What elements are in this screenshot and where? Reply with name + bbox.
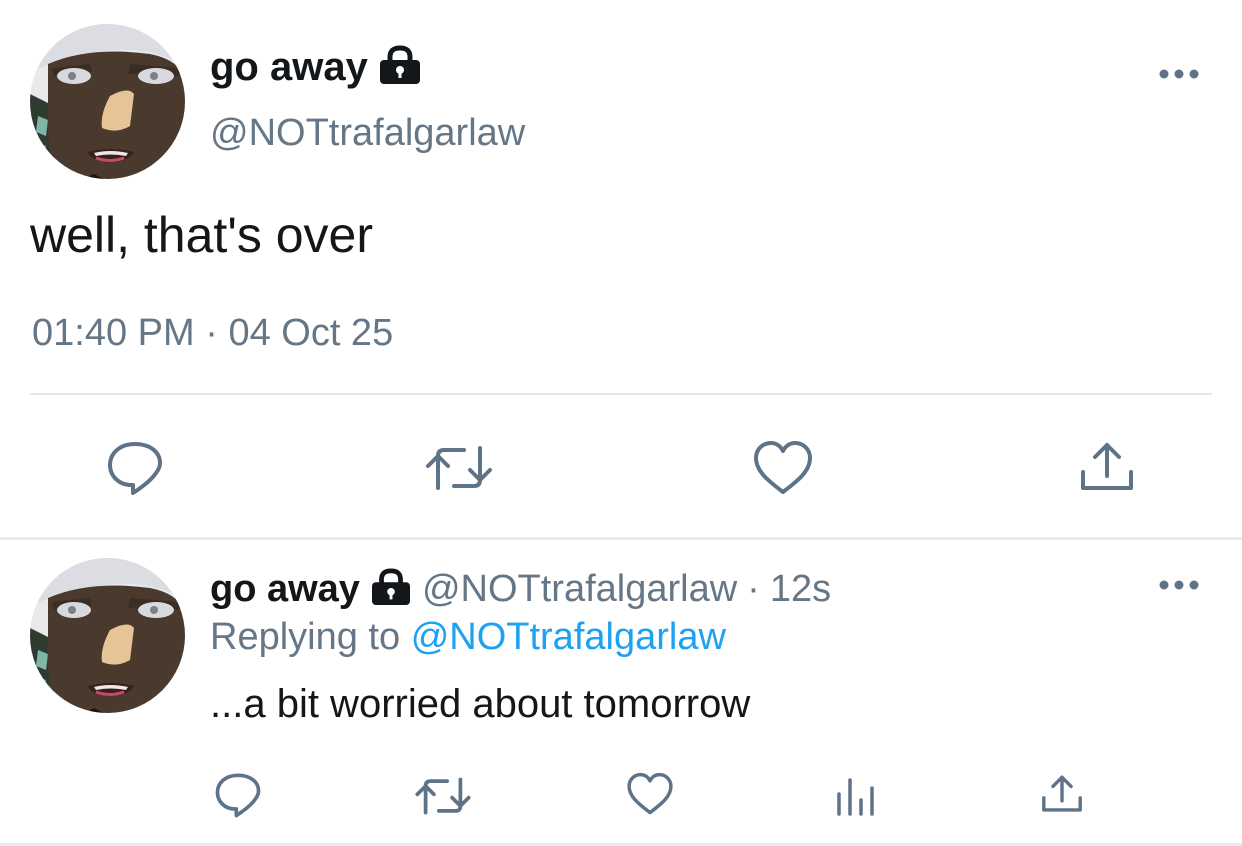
share-button[interactable]	[1040, 772, 1084, 816]
reply-text: ...a bit worried about tomorrow	[210, 682, 751, 726]
heart-icon	[754, 441, 812, 494]
more-options-icon[interactable]	[1158, 64, 1200, 84]
share-icon	[1042, 775, 1082, 812]
tweet-date: 04 Oct 25	[228, 312, 394, 354]
tweet-timestamp[interactable]: 01:40 PM · 04 Oct 25	[32, 312, 393, 355]
avatar[interactable]	[30, 24, 185, 179]
meta-separator: ·	[747, 567, 760, 610]
reply-button[interactable]	[106, 440, 164, 496]
share-icon	[1081, 443, 1133, 490]
like-button[interactable]	[752, 440, 814, 496]
reply-icon	[108, 442, 162, 495]
lock-icon	[370, 567, 412, 611]
reply-icon	[215, 773, 261, 818]
analytics-button[interactable]	[834, 774, 878, 818]
reply-handle[interactable]: @NOTtrafalgarlaw	[422, 568, 737, 611]
like-button[interactable]	[626, 772, 674, 816]
tweet-text: well, that's over	[30, 207, 374, 263]
reply-avatar[interactable]	[30, 558, 185, 713]
tweet-time: 01:40 PM	[32, 312, 195, 354]
more-options-icon[interactable]	[1158, 575, 1200, 595]
anime-character-avatar-image	[30, 24, 185, 179]
share-button[interactable]	[1078, 440, 1136, 494]
reply-age[interactable]: 12s	[770, 568, 831, 611]
replying-prefix: Replying to	[210, 616, 401, 658]
retweet-icon	[415, 777, 471, 815]
section-separator	[0, 537, 1242, 540]
anime-character-avatar-image	[30, 558, 185, 713]
analytics-icon	[837, 778, 874, 816]
retweet-button[interactable]	[414, 776, 472, 816]
user-handle[interactable]: @NOTtrafalgarlaw	[210, 112, 525, 155]
reply-button[interactable]	[214, 772, 262, 818]
reply-display-name[interactable]: go away	[210, 568, 360, 611]
retweet-icon	[426, 446, 492, 490]
display-name[interactable]: go away	[210, 45, 368, 90]
meta-separator: ·	[205, 312, 218, 354]
divider	[30, 393, 1212, 395]
heart-icon	[627, 772, 673, 815]
replying-to-mention[interactable]: @NOTtrafalgarlaw	[411, 616, 726, 658]
lock-icon	[378, 44, 422, 90]
retweet-button[interactable]	[424, 444, 494, 492]
replying-to: Replying to @NOTtrafalgarlaw	[210, 616, 726, 659]
